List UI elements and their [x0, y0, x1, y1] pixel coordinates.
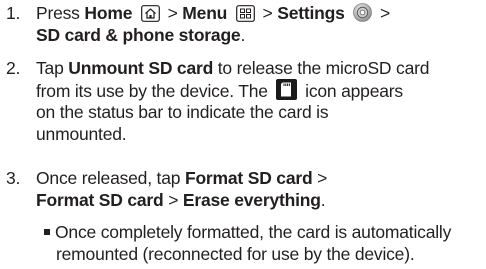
step-number: 3.: [6, 168, 21, 188]
step-3-line-1: Once released, tap Format SD card >: [36, 168, 328, 188]
step-3-line-2: Format SD card > Erase everything.: [36, 190, 326, 210]
settings-label: Settings: [277, 3, 345, 23]
unmount-sd-card-label: Unmount SD card: [68, 58, 214, 78]
format-sd-card-label: Format SD card: [184, 168, 313, 188]
home-label: Home: [84, 3, 133, 23]
step-2-line-1: Tap Unmount SD card to release the micro…: [36, 58, 430, 78]
step-number: 2.: [6, 58, 21, 78]
menu-label: Menu: [182, 3, 228, 23]
step-number: 1.: [6, 3, 21, 23]
step-2-line-3: on the status bar to indicate the card i…: [36, 102, 329, 122]
instructions-document: 1. Press Home > Menu > Settings > SD car…: [0, 0, 486, 269]
bullet-icon: [44, 229, 50, 235]
step-1-line-2: SD card & phone storage.: [36, 25, 246, 45]
settings-gear-icon: [353, 3, 373, 27]
format-sd-card-confirm-label: Format SD card: [36, 190, 164, 210]
step-2-line-4: unmounted.: [36, 124, 127, 144]
note-line-1: Once completely formatted, the card is a…: [44, 221, 451, 243]
storage-settings-label: SD card & phone storage: [36, 25, 241, 45]
erase-everything-label: Erase everything: [182, 190, 321, 210]
note-line-2: remounted (reconnected for use by the de…: [56, 244, 415, 264]
